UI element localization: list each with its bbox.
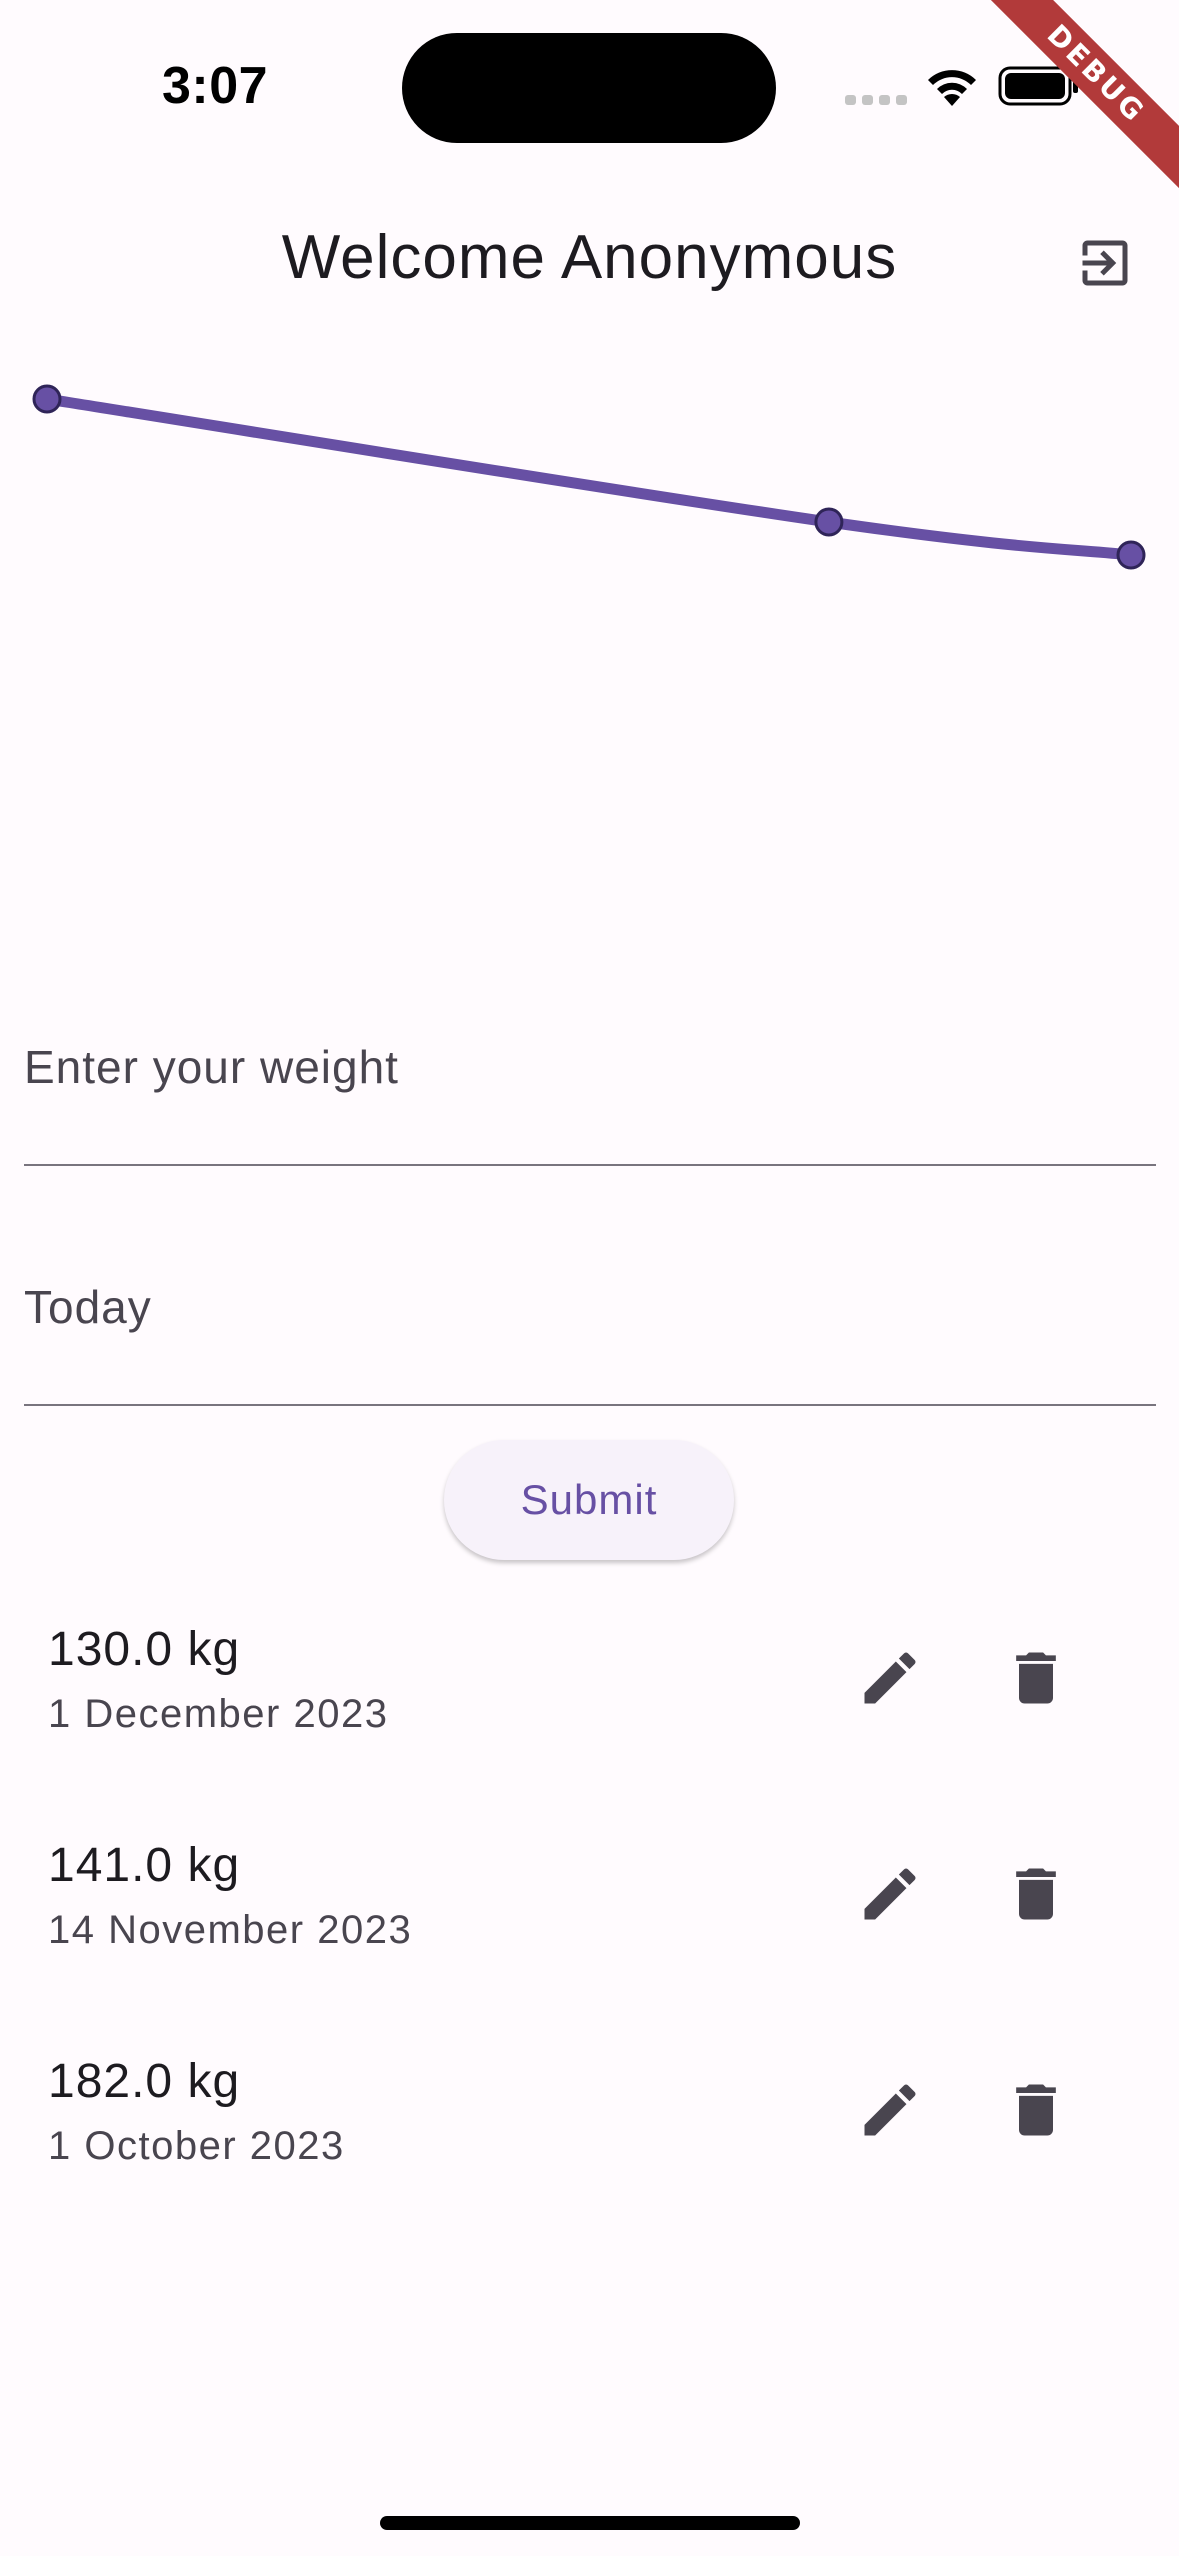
edit-button[interactable] bbox=[852, 1856, 928, 1932]
weight-field[interactable] bbox=[24, 1030, 1156, 1166]
entry-weight: 182.0 kg bbox=[48, 2055, 241, 2108]
delete-button[interactable] bbox=[998, 2072, 1074, 2148]
logout-button[interactable] bbox=[1068, 226, 1142, 300]
delete-button[interactable] bbox=[998, 1640, 1074, 1716]
wifi-icon bbox=[928, 70, 976, 106]
entry-date: 1 December 2023 bbox=[48, 1692, 389, 1736]
home-indicator bbox=[380, 2516, 800, 2530]
edit-button[interactable] bbox=[852, 2072, 928, 2148]
weight-data-point[interactable] bbox=[32, 384, 62, 414]
date-picker-value[interactable]: Today bbox=[24, 1280, 1156, 1334]
weight-data-point[interactable] bbox=[1116, 540, 1146, 570]
entry-date: 1 October 2023 bbox=[48, 2124, 345, 2168]
trash-icon bbox=[1016, 1868, 1056, 1920]
cellular-signal-icon bbox=[845, 95, 907, 105]
entry-weight: 130.0 kg bbox=[48, 1623, 241, 1676]
pencil-icon bbox=[864, 1652, 916, 1704]
weight-chart bbox=[32, 384, 1146, 570]
list-item: 182.0 kg 1 October 2023 bbox=[0, 2054, 1179, 2254]
logout-icon bbox=[1082, 240, 1128, 286]
trash-icon bbox=[1016, 2084, 1056, 2136]
entry-date: 14 November 2023 bbox=[48, 1908, 413, 1952]
page-title: Welcome Anonymous bbox=[281, 223, 898, 292]
weight-data-point[interactable] bbox=[814, 507, 844, 537]
delete-button[interactable] bbox=[998, 1856, 1074, 1932]
list-item: 130.0 kg 1 December 2023 bbox=[0, 1622, 1179, 1822]
date-field[interactable]: Today bbox=[24, 1270, 1156, 1406]
weight-input[interactable] bbox=[24, 1040, 1156, 1094]
status-time: 3:07 bbox=[162, 57, 269, 115]
weight-series-line bbox=[41, 393, 1137, 561]
list-item: 141.0 kg 14 November 2023 bbox=[0, 1838, 1179, 2038]
trash-icon bbox=[1016, 1652, 1056, 1704]
edit-button[interactable] bbox=[852, 1640, 928, 1716]
entry-weight: 141.0 kg bbox=[48, 1839, 241, 1892]
battery-icon bbox=[998, 66, 1078, 106]
submit-button[interactable]: Submit bbox=[444, 1440, 734, 1560]
dynamic-island bbox=[402, 33, 776, 143]
pencil-icon bbox=[864, 1868, 916, 1920]
pencil-icon bbox=[864, 2084, 916, 2136]
